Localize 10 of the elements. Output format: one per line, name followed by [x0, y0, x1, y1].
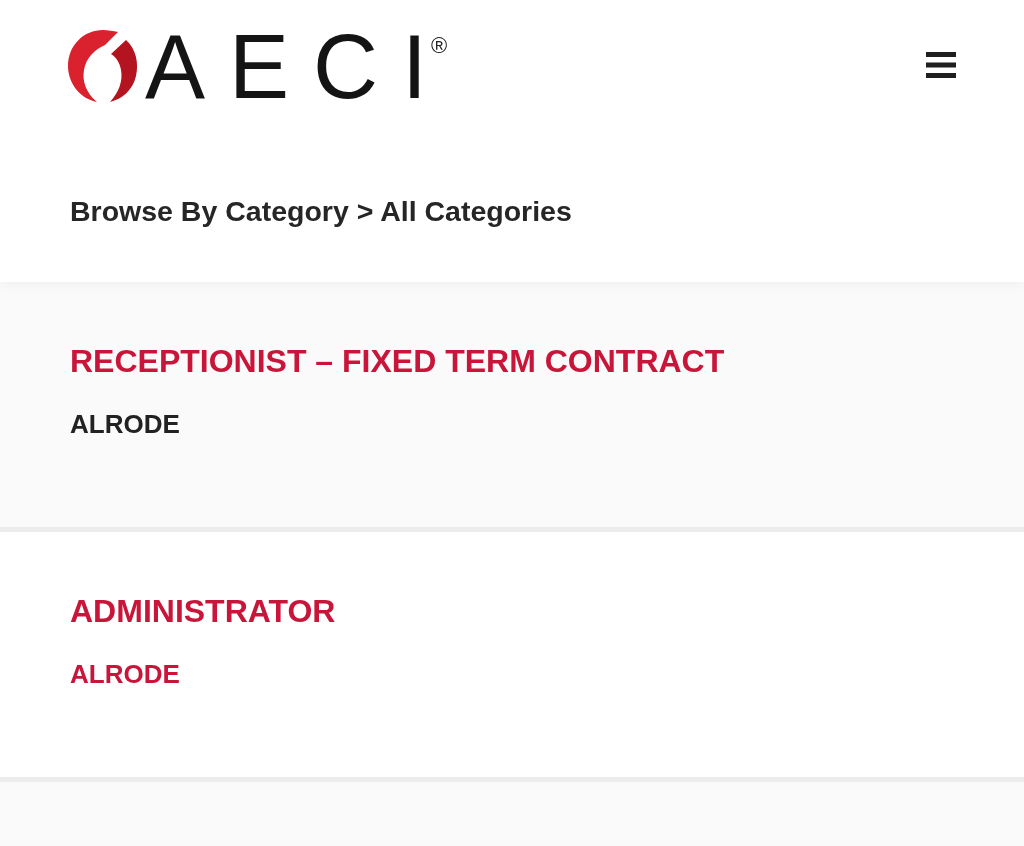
job-location: ALRODE — [70, 408, 180, 440]
page-title: Browse By Category > All Categories — [70, 194, 572, 229]
job-title: ADMINISTRATOR — [70, 592, 336, 631]
logo-wordmark[interactable]: AECI$^{®}$ — [145, 29, 448, 105]
menu-button[interactable] — [926, 52, 956, 78]
menu-icon — [926, 52, 956, 78]
job-listing-card[interactable]: RECEPTIONIST – FIXED TERM CONTRACT ALRODE — [0, 282, 1024, 532]
job-location: ALRODE — [70, 658, 180, 690]
job-title: RECEPTIONIST – FIXED TERM CONTRACT — [70, 342, 725, 381]
logo-swirl-icon[interactable] — [66, 29, 140, 103]
